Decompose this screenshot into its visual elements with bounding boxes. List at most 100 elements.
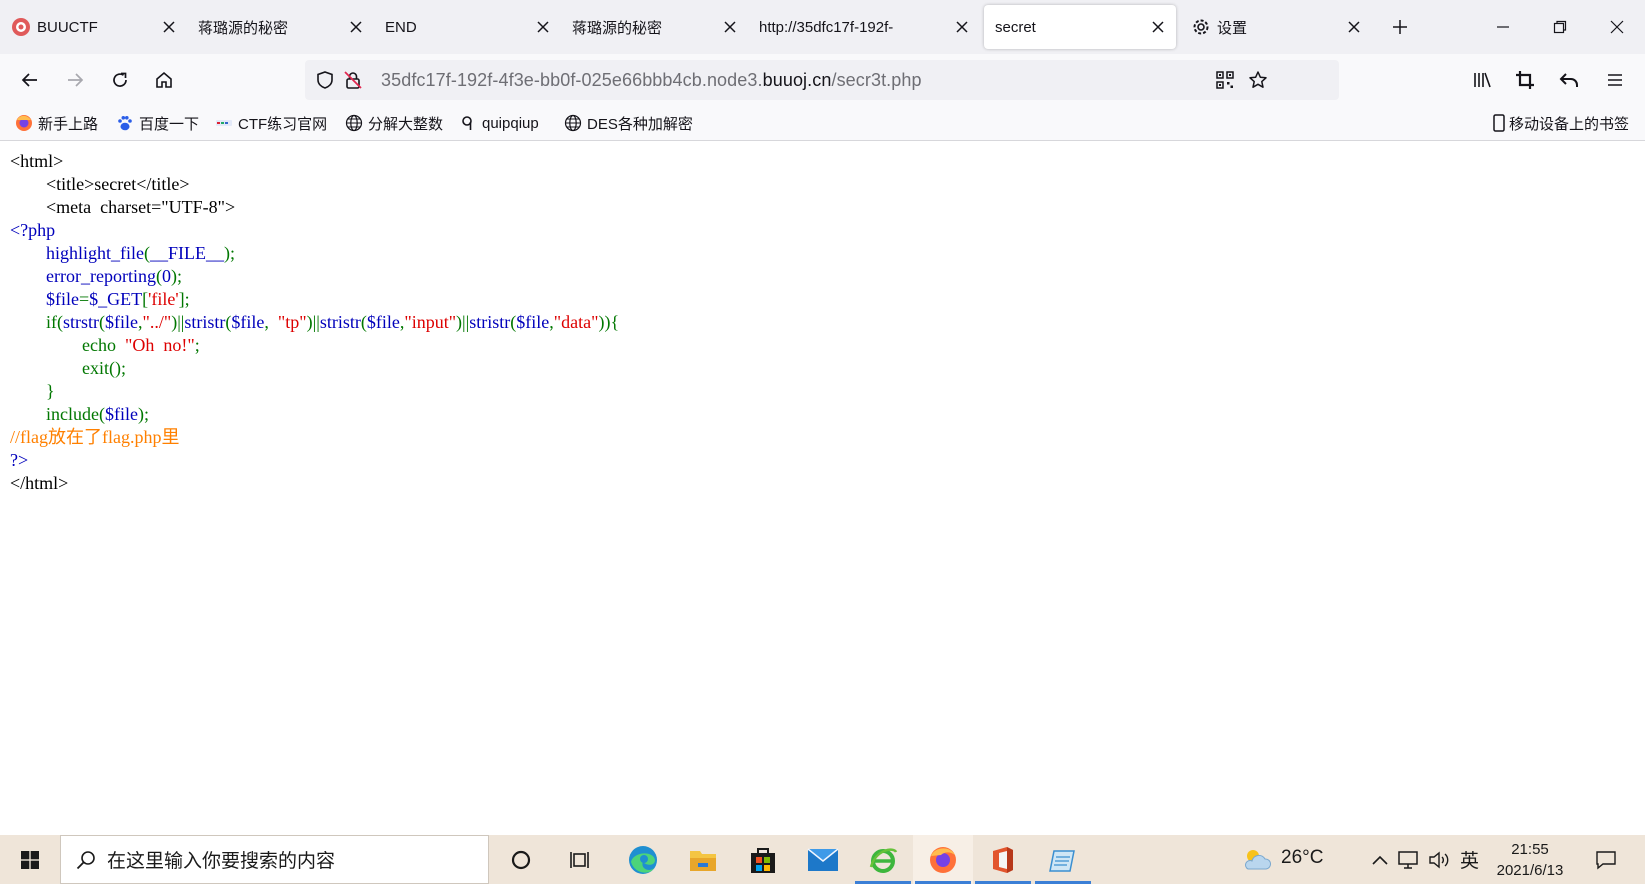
menu-button[interactable] [1599, 64, 1631, 96]
notification-center-icon[interactable] [1583, 835, 1629, 884]
ctf-logo-icon [215, 114, 233, 132]
tab-end[interactable]: END [374, 0, 561, 54]
library-button[interactable] [1466, 64, 1498, 96]
firefox-icon[interactable] [913, 835, 973, 884]
code-token: exit [10, 358, 109, 378]
windows-logo-icon [21, 850, 39, 869]
url-text[interactable]: 35dfc17f-192f-4f3e-bb0f-025e66bbb4cb.nod… [381, 70, 922, 91]
show-hidden-icons-chevron-icon[interactable] [1368, 835, 1392, 884]
tab-secret-active[interactable]: secret [984, 5, 1176, 49]
office-icon[interactable] [973, 835, 1033, 884]
bookmark-label: 分解大整数 [368, 115, 444, 133]
edge-icon[interactable] [613, 835, 673, 884]
code-token: )|| [306, 312, 320, 332]
bookmark-label: CTF练习官网 [238, 115, 328, 133]
undo-button[interactable] [1553, 64, 1585, 96]
code-token: <meta charset="UTF-8"> [10, 197, 236, 217]
insecure-lock-icon[interactable] [341, 68, 365, 92]
code-token: (); [109, 358, 126, 378]
ie-icon[interactable] [853, 835, 913, 884]
source-line: } [10, 380, 619, 403]
close-tab-icon[interactable] [529, 13, 557, 41]
search-icon [75, 849, 97, 871]
qr-code-icon[interactable] [1213, 68, 1237, 92]
back-button[interactable] [14, 64, 46, 96]
tab-secret-2[interactable]: 蒋璐源的秘密 [561, 0, 748, 54]
close-window-button[interactable] [1588, 0, 1645, 54]
code-token: stristr [319, 312, 361, 332]
tab-buuctf[interactable]: BUUCTF [0, 0, 187, 54]
url-bar[interactable]: 35dfc17f-192f-4f3e-bb0f-025e66bbb4cb.nod… [305, 60, 1339, 100]
system-clock[interactable]: 21:55 2021/6/13 [1490, 839, 1570, 881]
code-token: echo [10, 335, 125, 355]
close-tab-icon[interactable] [1144, 13, 1172, 41]
code-token: $_GET [89, 289, 143, 309]
notepad-icon[interactable] [1033, 835, 1093, 884]
clock-time: 21:55 [1511, 841, 1549, 858]
code-token: </html> [10, 473, 69, 493]
bookmark-item[interactable]: CTF练习官网 [215, 113, 327, 133]
library-icon [1474, 72, 1491, 88]
bookmark-item[interactable]: 分解大整数 [345, 113, 443, 133]
store-icon[interactable] [733, 835, 793, 884]
bookmark-item[interactable]: quipqiup [459, 113, 539, 133]
code-token: ); [224, 243, 235, 263]
close-tab-icon[interactable] [155, 13, 183, 41]
close-tab-icon[interactable] [1340, 13, 1368, 41]
mobile-bookmarks[interactable]: 移动设备上的书签 [1492, 113, 1629, 133]
buuctf-logo-icon [11, 17, 31, 37]
bookmark-item[interactable]: 新手上路 [15, 113, 98, 133]
bookmark-item[interactable]: DES各种加解密 [564, 113, 693, 133]
q-icon [459, 114, 477, 132]
close-tab-icon[interactable] [948, 13, 976, 41]
shield-icon[interactable] [313, 68, 337, 92]
source-line: <meta charset="UTF-8"> [10, 196, 619, 219]
code-token: )|| [171, 312, 185, 332]
source-line: if(strstr($file,"../")||stristr($file, "… [10, 311, 619, 334]
tab-url[interactable]: http://35dfc17f-192f- [748, 0, 980, 54]
tab-settings[interactable]: 设置 [1180, 0, 1372, 54]
weather-icon[interactable] [1236, 835, 1278, 884]
url-domain: buuoj.cn [762, 70, 832, 90]
forward-button[interactable] [59, 64, 91, 96]
tab-label: 设置 [1217, 19, 1248, 37]
mail-icon[interactable] [793, 835, 853, 884]
reload-icon [113, 72, 127, 87]
source-line: exit(); [10, 357, 619, 380]
code-token: ]; [178, 289, 190, 309]
code-token: , [264, 312, 278, 332]
volume-icon[interactable] [1424, 835, 1454, 884]
source-line: <?php [10, 219, 619, 242]
code-token: "tp" [277, 312, 307, 332]
code-token: <title>secret</title> [10, 174, 190, 194]
code-token: //flag放在了flag.php里 [10, 427, 180, 447]
reload-button[interactable] [104, 64, 136, 96]
restore-button[interactable] [1531, 0, 1588, 54]
tab-secret-1[interactable]: 蒋璐源的秘密 [187, 0, 374, 54]
code-token: "data" [553, 312, 599, 332]
screenshot-button[interactable] [1509, 64, 1541, 96]
start-button[interactable] [0, 835, 60, 884]
gear-icon [1191, 17, 1211, 37]
input-method-indicator[interactable]: 英 [1460, 846, 1479, 873]
minimize-button[interactable] [1474, 0, 1531, 54]
network-icon[interactable] [1394, 835, 1422, 884]
close-tab-icon[interactable] [342, 13, 370, 41]
code-token: $file [516, 312, 550, 332]
weather-temperature[interactable]: 26°C [1281, 847, 1323, 869]
back-arrow-icon [21, 73, 37, 87]
search-placeholder: 在这里输入你要搜索的内容 [107, 851, 336, 872]
code-token: )|| [456, 312, 470, 332]
source-line: //flag放在了flag.php里 [10, 426, 619, 449]
home-button[interactable] [148, 64, 180, 96]
code-token: $file [104, 404, 138, 424]
bookmark-star-icon[interactable] [1246, 68, 1270, 92]
task-view-icon[interactable] [551, 835, 611, 884]
bookmark-item[interactable]: 百度一下 [116, 113, 199, 133]
taskbar-search-box[interactable]: 在这里输入你要搜索的内容 [60, 835, 489, 884]
new-tab-button[interactable] [1386, 13, 1414, 41]
code-token: $file [231, 312, 265, 332]
file-explorer-icon[interactable] [673, 835, 733, 884]
close-tab-icon[interactable] [716, 13, 744, 41]
cortana-circle-icon[interactable] [491, 835, 551, 884]
